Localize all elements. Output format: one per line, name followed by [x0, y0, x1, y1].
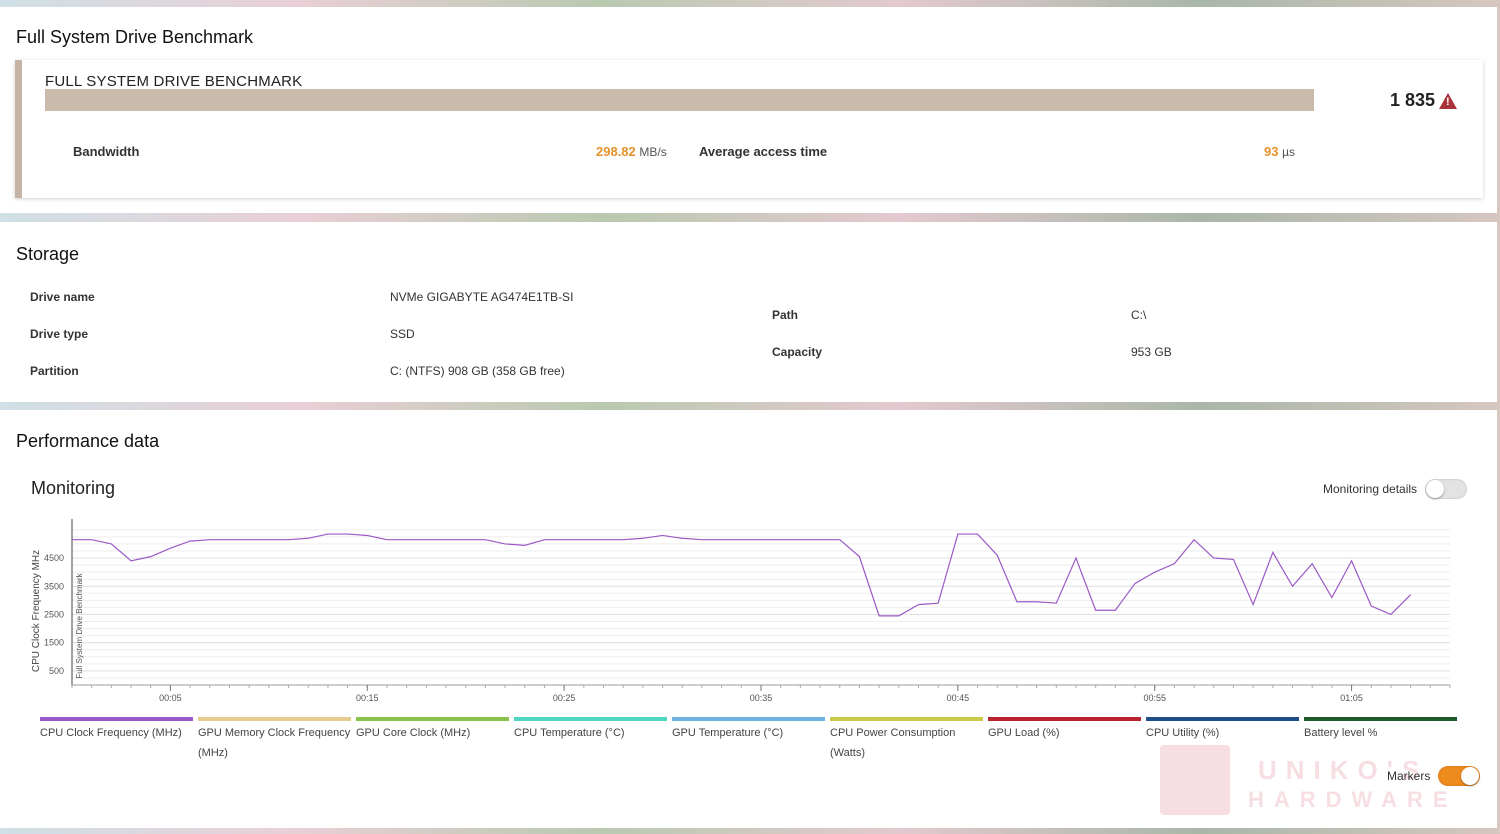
drive-name-value: NVMe GIGABYTE AG474E1TB-SI: [390, 290, 574, 304]
x-tick-label: 00:55: [1143, 693, 1166, 703]
legend-swatch: [40, 717, 193, 721]
watermark-line2: HARDWARE: [1248, 787, 1458, 812]
legend-swatch: [830, 717, 983, 721]
partition-value: C: (NTFS) 908 GB (358 GB free): [390, 364, 565, 378]
benchmark-section: Full System Drive Benchmark FULL SYSTEM …: [0, 7, 1497, 213]
markers-toggle[interactable]: [1438, 766, 1481, 786]
legend-item[interactable]: CPU Utility (%): [1146, 717, 1299, 763]
access-time-value: 93 µs: [1264, 144, 1295, 159]
score-value: 1 835: [1389, 90, 1435, 110]
path-label: Path: [772, 308, 799, 322]
monitoring-title: Monitoring: [31, 478, 116, 498]
y-tick-label: 500: [49, 666, 64, 676]
warning-triangle-icon[interactable]: !: [1439, 92, 1457, 109]
access-time-label: Average access time: [699, 144, 828, 159]
legend-item[interactable]: CPU Power Consumption (Watts): [830, 717, 983, 763]
markers-label: Markers: [1387, 769, 1431, 783]
legend-swatch: [672, 717, 825, 721]
legend-label: GPU Memory Clock Frequency (MHz): [198, 727, 351, 759]
legend-label: CPU Clock Frequency (MHz): [40, 727, 182, 739]
capacity-label: Capacity: [772, 345, 823, 359]
monitoring-details-control: Monitoring details: [1323, 479, 1468, 499]
x-tick-label: 00:25: [553, 693, 576, 703]
monitoring-details-label: Monitoring details: [1323, 482, 1418, 496]
benchmark-card-title: FULL SYSTEM DRIVE BENCHMARK: [45, 73, 303, 90]
benchmark-marker-label: Full System Drive Benchmark: [75, 572, 84, 678]
path-value: C:\: [1131, 308, 1147, 322]
legend-item[interactable]: GPU Temperature (°C): [672, 717, 825, 763]
series-line-cpu-clock: [72, 533, 1412, 617]
x-tick-label: 00:35: [750, 693, 773, 703]
y-axis-label: CPU Clock Frequency MHz: [31, 550, 42, 672]
legend-label: CPU Temperature (°C): [514, 727, 625, 739]
legend-swatch: [1304, 717, 1457, 721]
legend-item[interactable]: CPU Temperature (°C): [514, 717, 667, 763]
performance-section: Performance data Monitoring Monitoring d…: [0, 410, 1497, 828]
bandwidth-value: 298.82 MB/s: [596, 144, 667, 159]
access-time-unit: µs: [1282, 145, 1296, 159]
score-bar: [45, 89, 1314, 111]
legend-item[interactable]: GPU Memory Clock Frequency (MHz): [198, 717, 351, 763]
x-tick-label: 00:45: [947, 693, 970, 703]
toggle-knob: [1461, 767, 1480, 785]
markers-control: Markers: [1387, 766, 1481, 786]
monitoring-chart[interactable]: 500 1500 2500 3500 4500 00:05 00:15 00:25 00:35 0…: [0, 515, 1500, 715]
legend-swatch: [514, 717, 667, 721]
legend-label: GPU Core Clock (MHz): [356, 727, 471, 739]
toggle-knob: [1426, 480, 1445, 498]
legend-swatch: [988, 717, 1141, 721]
storage-section-title: Storage: [16, 244, 80, 264]
legend-label: GPU Temperature (°C): [672, 727, 784, 739]
drive-type-label: Drive type: [30, 327, 89, 341]
benchmark-result-card[interactable]: FULL SYSTEM DRIVE BENCHMARK 1 835 ! Band…: [15, 60, 1483, 198]
drive-type-value: SSD: [390, 327, 415, 341]
legend-item[interactable]: GPU Load (%): [988, 717, 1141, 763]
chart-legend: CPU Clock Frequency (MHz) GPU Memory Cloc…: [40, 717, 1457, 763]
legend-item[interactable]: CPU Clock Frequency (MHz): [40, 717, 193, 763]
partition-label: Partition: [30, 364, 79, 378]
y-tick-label: 3500: [44, 581, 64, 591]
capacity-value: 953 GB: [1131, 345, 1172, 359]
benchmark-section-title: Full System Drive Benchmark: [16, 27, 254, 47]
monitoring-details-toggle[interactable]: [1425, 479, 1468, 499]
bandwidth-label: Bandwidth: [73, 144, 140, 159]
access-time-number: 93: [1264, 144, 1279, 159]
y-tick-label: 2500: [44, 609, 64, 619]
y-tick-label: 1500: [44, 638, 64, 648]
bandwidth-unit: MB/s: [639, 145, 667, 159]
legend-item[interactable]: Battery level %: [1304, 717, 1457, 763]
legend-swatch: [356, 717, 509, 721]
legend-item[interactable]: GPU Core Clock (MHz): [356, 717, 509, 763]
y-tick-label: 4500: [44, 553, 64, 563]
performance-section-title: Performance data: [16, 431, 160, 451]
storage-section: Storage Drive name NVMe GIGABYTE AG474E1…: [0, 222, 1497, 402]
legend-swatch: [1146, 717, 1299, 721]
bandwidth-number: 298.82: [596, 144, 636, 159]
legend-label: GPU Load (%): [988, 727, 1060, 739]
benchmark-score: 1 835 !: [1390, 90, 1457, 111]
x-tick-label: 01:05: [1340, 693, 1363, 703]
legend-label: Battery level %: [1304, 727, 1378, 739]
x-tick-label: 00:15: [356, 693, 379, 703]
drive-name-label: Drive name: [30, 290, 95, 304]
legend-label: CPU Power Consumption (Watts): [830, 727, 956, 759]
x-tick-label: 00:05: [159, 693, 182, 703]
legend-swatch: [198, 717, 351, 721]
legend-label: CPU Utility (%): [1146, 727, 1220, 739]
